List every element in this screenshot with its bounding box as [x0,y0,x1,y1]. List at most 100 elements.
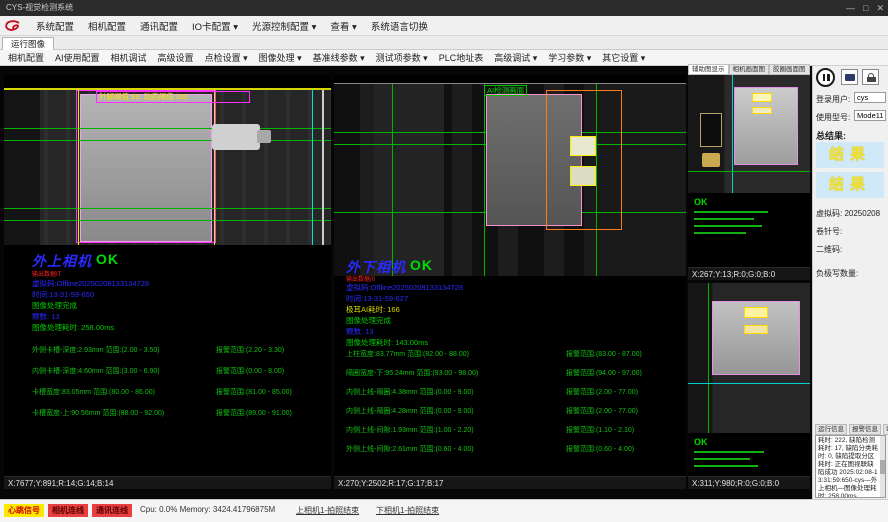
scroll-thumb[interactable] [880,460,885,474]
middle-coords-readout: X:270;Y:2502;R:17;G:17;B:17 [334,476,686,489]
tool-camera-config[interactable]: 相机配置 [8,51,44,64]
comm-link-badge: 通讯连线 [92,504,132,517]
menu-system-config[interactable]: 系统配置 [36,19,74,33]
guide-line-green [708,283,709,433]
connector-part [212,124,260,150]
app-logo-icon [4,19,22,33]
winder-number-label: 卷针号: [816,226,842,237]
aux-tab-1[interactable]: 辅助图显示 [688,64,729,75]
guide-line-green [688,171,810,172]
middle-camera-panel: AI检测画面 外下相机 OK 输出数据/0 虚拟码:Offline2025020… [334,75,686,489]
measurement-row: 上柱宽度:83.77mm 范围:(82.00 - 88.00) [346,349,469,359]
tool-baseline-params[interactable]: 基准线参数 ▾ [313,51,365,64]
tool-other-settings[interactable]: 其它设置 ▾ [602,51,645,64]
left-result-code: 虚拟码:Offline20250208133134728 [32,278,149,289]
tool-advanced-settings[interactable]: 高级设置 [158,51,194,64]
result-box-2: 结果 [816,172,884,198]
aux2-coords-readout: X:311;Y:980;R:0;G:0;B:0 [688,476,810,489]
left-coords-readout: X:7677;Y:891;R:14;G:14;B:14 [4,476,331,489]
log-tab-run[interactable]: 运行信息 [815,424,847,435]
menu-view[interactable]: 查看 ▾ [330,19,356,33]
mid-result-status: OK [410,257,433,273]
measurement-row: 卡槽宽度:83.05mm 范围:(80.00 - 86.00) [32,387,155,397]
measurement-row: 卡槽宽度-上:90.56mm 范围:(88.00 - 92.00) [32,408,164,418]
detection-highlight [744,307,768,318]
lock-tool-button[interactable] [862,69,879,85]
left-result-sub: 输出数据IT [32,269,61,278]
aux1-ok-status: OK [694,197,708,207]
aux-camera-image-1[interactable] [688,75,810,193]
alarm-range: 报警范围:(0.60 - 4.00) [566,444,634,454]
measurement-row: 内侧卡槽-深度:4.60mm 范围:(3.00 - 6.90) [32,366,160,376]
mid-result-ai-time: 极耳AI耗时: 166 [346,304,400,315]
camera-link-badge: 相机连线 [48,504,88,517]
mid-result-elapsed: 图像处理耗时: 143.00ms [346,337,428,348]
aux1-info-line [694,232,746,234]
tool-ai-config[interactable]: AI使用配置 [55,51,100,64]
app-window: CYS-视觉检测系统 — □ ✕ 系统配置 相机配置 通讯配置 IO卡配置 ▾ … [0,0,888,522]
log-tabs: 运行信息 报警信息 审核信息 [815,424,888,435]
ai-view-label: AI检测画面 [484,85,527,96]
detection-highlight [752,93,772,102]
menu-io-config[interactable]: IO卡配置 ▾ [192,19,238,33]
tool-spotcheck-settings[interactable]: 点检设置 ▾ [205,51,248,64]
alarm-range: 报警范围:(0.00 - 8.00) [216,366,284,376]
log-textbox[interactable]: 耗时: 222, 缺陷检测耗时: 17, 缺陷分类耗时: 0, 缺陷提取分区耗时… [815,435,886,498]
menu-light-config[interactable]: 光源控制配置 ▾ [252,19,316,33]
left-result-done: 图像处理完成 [32,300,77,311]
login-user-input[interactable] [854,92,886,103]
log-scrollbar[interactable] [880,436,885,497]
alarm-range: 报警范围:(81.00 - 85.00) [216,387,292,397]
aux-view-tabs: 辅助图显示 相机画面图 胶圈画面图 [688,64,810,75]
tool-learning-params[interactable]: 学习参数 ▾ [548,51,591,64]
tool-camera-debug[interactable]: 相机调试 [111,51,147,64]
baseline-green [4,140,331,141]
aux-tab-2[interactable]: 相机画面图 [729,64,770,75]
left-result-status: OK [96,251,119,267]
camera-tool-button[interactable] [841,69,858,85]
log-tab-alarm[interactable]: 报警信息 [849,424,881,435]
left-result-elapsed: 图像处理耗时: 258.00ms [32,322,114,333]
measurement-row: 外侧卡槽-深度:2.93mm 范围:(2.00 - 3.50) [32,345,160,355]
menu-language-switch[interactable]: 系统语言切换 [371,19,428,33]
aux-camera-panel-1: OK X:267;Y:13;R:0;G:0;B:0 [688,75,810,280]
menu-camera-config[interactable]: 相机配置 [88,19,126,33]
tab-run-image[interactable]: 运行图像 [2,37,54,50]
left-result-camera: 外上相机 [32,251,92,271]
detection-highlight [570,136,596,156]
aux2-ok-status: OK [694,437,708,447]
alarm-range: 报警范围:(2.20 - 3.30) [216,345,284,355]
left-camera-image[interactable]: 针脚阈值:93, 动态阈值:100 [4,90,331,245]
pause-button[interactable] [816,68,835,87]
menu-comm-config[interactable]: 通讯配置 [140,19,178,33]
aux2-info-line [694,451,764,453]
heartbeat-badge: 心跳信号 [4,504,44,517]
tool-advanced-debug[interactable]: 高级调试 ▾ [494,51,537,64]
tool-test-params[interactable]: 测试项参数 ▾ [376,51,428,64]
baseline-green [4,208,331,209]
aux2-info-line [694,458,750,460]
aux-tab-3[interactable]: 胶圈画面图 [769,64,810,75]
measurement-row: 内侧上线-间隙:1.93mm 范围:(1.00 - 2.20) [346,425,474,435]
maximize-button[interactable]: □ [863,0,868,16]
detection-highlight [744,325,768,334]
log-tab-audit[interactable]: 审核信息 [883,424,888,435]
metal-feature [702,153,720,167]
tab-strip: 运行图像 [0,36,888,50]
alarm-range: 报警范围:(2.00 - 77.00) [566,387,638,397]
mid-result-done: 图像处理完成 [346,315,391,326]
mid-result-code: 虚拟码:Offline20250208133134728 [346,282,463,293]
middle-camera-image[interactable]: AI检测画面 [334,84,686,276]
close-button[interactable]: ✕ [876,0,884,16]
model-input[interactable] [854,110,886,121]
tool-plc-address[interactable]: PLC地址表 [439,51,484,64]
title-bar: CYS-视觉检测系统 — □ ✕ [0,0,888,16]
roi-rect-orange [546,90,622,230]
tool-image-processing[interactable]: 图像处理 ▾ [259,51,302,64]
lower-camera-status: 下相机1-拍照结束 [376,505,439,516]
dark-feature [700,113,722,147]
aux-camera-image-2[interactable] [688,283,810,433]
alarm-range: 报警范围:(83.00 - 87.00) [566,349,642,359]
alarm-range: 报警范围:(89.00 - 91.00) [216,408,292,418]
minimize-button[interactable]: — [846,0,855,16]
